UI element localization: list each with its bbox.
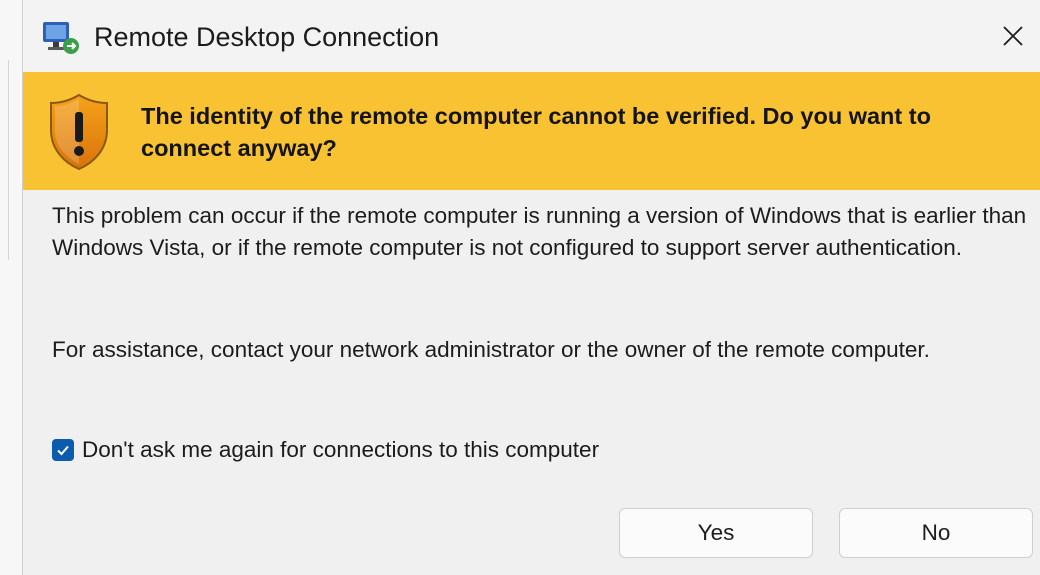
- dont-ask-again-label[interactable]: Don't ask me again for connections to th…: [82, 434, 599, 466]
- yes-button[interactable]: Yes: [619, 508, 813, 558]
- dont-ask-again-checkbox[interactable]: [52, 439, 74, 461]
- close-icon: [1003, 26, 1023, 46]
- background-divider: [8, 60, 9, 260]
- window-title: Remote Desktop Connection: [94, 22, 440, 52]
- remote-desktop-icon: [41, 20, 83, 56]
- checkmark-icon: [57, 445, 69, 456]
- warning-message: The identity of the remote computer cann…: [141, 103, 931, 161]
- close-button[interactable]: [985, 0, 1040, 72]
- shield-warning-icon: [47, 92, 111, 172]
- background-window-edge: [0, 0, 23, 575]
- assistance-paragraph: For assistance, contact your network adm…: [52, 337, 930, 362]
- explanation-paragraph: This problem can occur if the remote com…: [52, 203, 1027, 260]
- dont-ask-again-checkbox-row[interactable]: Don't ask me again for connections to th…: [52, 434, 599, 466]
- warning-banner: The identity of the remote computer cann…: [23, 72, 1040, 190]
- title-bar[interactable]: Remote Desktop Connection: [23, 0, 1040, 72]
- no-button[interactable]: No: [839, 508, 1033, 558]
- remote-desktop-dialog: Remote Desktop Connection The identity o…: [22, 0, 1040, 575]
